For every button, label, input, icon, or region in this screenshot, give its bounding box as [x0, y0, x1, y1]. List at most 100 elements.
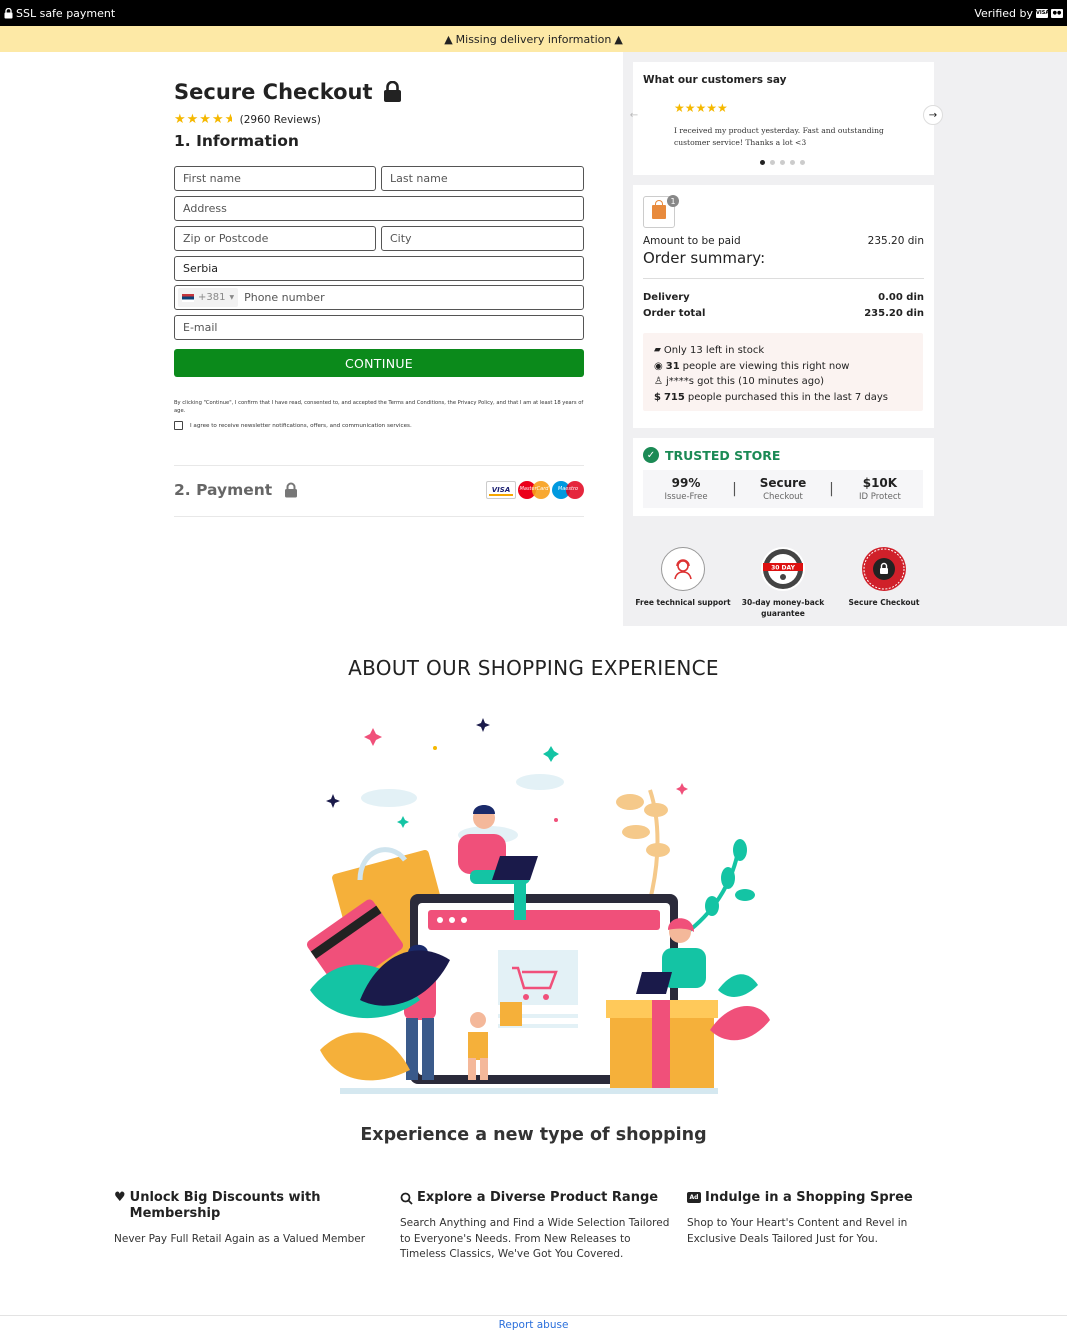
delivery-value: 0.00 din: [878, 292, 924, 303]
next-arrow-icon[interactable]: →: [923, 105, 943, 125]
continue-button[interactable]: CONTINUE: [174, 349, 584, 377]
address-field[interactable]: Address: [174, 196, 584, 221]
warning-text: Missing delivery information: [455, 32, 612, 46]
rating-summary: ★★★★★ (2960 Reviews): [174, 112, 321, 127]
badge-label: Free technical support: [635, 598, 731, 607]
recent-text: j****s got this (10 minutes ago): [665, 376, 825, 387]
checkout-title: Secure Checkout: [174, 80, 373, 104]
lock-icon: [4, 7, 13, 18]
money-back-seal-icon: 30 DAY: [761, 547, 805, 591]
amount-label: Amount to be paid: [643, 235, 741, 247]
amount-value: 235.20 din: [867, 235, 924, 247]
phone-field[interactable]: +381 ▼ Phone number: [174, 285, 584, 310]
carousel-dot[interactable]: [760, 160, 765, 165]
divider: [174, 516, 584, 517]
purchased-text: people purchased this in the last 7 days: [687, 391, 889, 403]
feature-desc: Shop to Your Heart's Content and Revel i…: [687, 1217, 908, 1245]
carousel-dot[interactable]: [800, 160, 805, 165]
verified-label: Verified by: [974, 6, 1033, 20]
delivery-label: Delivery: [643, 292, 690, 303]
search-icon: [400, 1190, 413, 1206]
padlock-icon: [383, 81, 401, 102]
maestro-icon: Maestro: [552, 481, 584, 499]
report-abuse-link[interactable]: Report abuse: [0, 1319, 1067, 1331]
newsletter-checkbox[interactable]: [174, 421, 183, 430]
social-proof-box: ▰ Only 13 left in stock ◉ 31 people are vie…: [643, 333, 923, 411]
ssl-label: SSL safe payment: [16, 6, 116, 20]
stat-value: Secure: [759, 476, 807, 490]
zip-field[interactable]: Zip or Postcode: [174, 226, 376, 251]
feature-discounts: ♥ Unlock Big Discounts with Membership Ne…: [114, 1190, 374, 1248]
divider: |: [829, 481, 834, 497]
stat-value: 99%: [671, 476, 701, 490]
missing-info-warning: ▲ Missing delivery information ▲: [0, 26, 1067, 52]
secure-checkout-badge: Secure Checkout: [834, 547, 934, 608]
payment-section-header[interactable]: 2. Payment: [174, 481, 298, 499]
prev-arrow-icon[interactable]: ←: [624, 105, 644, 125]
review-count[interactable]: (2960 Reviews): [240, 114, 321, 126]
phone-placeholder: Phone number: [244, 291, 325, 304]
gift-box-icon: [606, 1000, 718, 1088]
stock-text: Only 13 left in stock: [663, 345, 765, 356]
total-label: Order total: [643, 308, 706, 319]
first-name-field[interactable]: First name: [174, 166, 376, 191]
padlock-icon: [285, 482, 298, 498]
last-name-field[interactable]: Last name: [381, 166, 584, 191]
recent-purchase-line: ♙ j****s got this (10 minutes ago): [654, 374, 912, 390]
order-summary-title: Order summary:: [643, 249, 766, 267]
country-value: Serbia: [183, 262, 219, 275]
carousel-dots[interactable]: [760, 160, 805, 165]
viewing-count: 31: [665, 360, 680, 372]
customer-reviews-panel: What our customers say ← → ★★★★★ I recei…: [630, 62, 943, 175]
feature-title: Unlock Big Discounts with Membership: [129, 1190, 321, 1221]
caret-down-icon: ▼: [229, 294, 235, 301]
newsletter-checkbox-row[interactable]: I agree to receive newsletter notificati…: [174, 421, 412, 430]
eye-icon: ◉: [654, 360, 663, 372]
badge-label: 30-day money-back guarantee: [741, 598, 825, 618]
information-heading: 1. Information: [174, 132, 299, 150]
phone-prefix: +381: [198, 292, 226, 303]
review-stars-icon: ★★★★★: [674, 101, 728, 115]
mastercard-label: MasterCard: [519, 486, 549, 492]
city-field[interactable]: City: [381, 226, 584, 251]
city-placeholder: City: [390, 232, 412, 245]
visa-card-icon: VISA: [486, 481, 516, 499]
experience-heading: Experience a new type of shopping: [360, 1125, 707, 1145]
warning-icon: ▲: [444, 32, 453, 46]
sparkle-icon: [326, 718, 688, 828]
carousel-dot[interactable]: [790, 160, 795, 165]
delivery-row: Delivery 0.00 din: [643, 292, 924, 303]
trust-stats: 99% Issue-Free | Secure Checkout | $10K ID …: [643, 470, 923, 508]
carousel-dot[interactable]: [770, 160, 775, 165]
feature-title: Explore a Diverse Product Range: [417, 1190, 659, 1205]
email-field[interactable]: E-mail: [174, 315, 584, 340]
maestro-label: Maestro: [557, 486, 579, 492]
last-name-placeholder: Last name: [390, 172, 448, 185]
user-icon: ♙: [654, 376, 663, 387]
ssl-indicator: SSL safe payment: [4, 7, 115, 20]
badge-label: Secure Checkout: [848, 598, 920, 607]
page-title: Secure Checkout: [174, 80, 402, 104]
shopping-illustration: [306, 718, 770, 1094]
verified-by: Verified by VISA ●●: [974, 7, 1063, 20]
seal-text: 30 DAY: [771, 565, 795, 572]
feature-title: Indulge in a Shopping Spree: [705, 1190, 913, 1205]
dollar-icon: $: [654, 391, 661, 403]
serbia-flag-icon: [182, 293, 194, 302]
mastercard-icon: MasterCard: [518, 481, 550, 499]
money-back-badge: 30 DAY 30-day money-back guarantee: [738, 547, 828, 619]
security-topbar: SSL safe payment Verified by VISA ●●: [0, 0, 1067, 26]
phone-country-selector[interactable]: +381 ▼: [178, 288, 239, 307]
stat-secure: Secure Checkout: [743, 476, 823, 502]
stock-line: ▰ Only 13 left in stock: [654, 343, 912, 359]
rating-stars-icon: ★★★★★: [174, 112, 232, 127]
feature-product-range: Explore a Diverse Product Range Search A…: [400, 1190, 670, 1263]
payment-card-logos: VISA MasterCard Maestro: [486, 481, 584, 499]
carousel-dot[interactable]: [780, 160, 785, 165]
feature-desc: Never Pay Full Retail Again as a Valued …: [114, 1233, 366, 1245]
country-select[interactable]: Serbia: [174, 256, 584, 281]
trusted-store-title: ✓ TRUSTED STORE: [643, 447, 780, 463]
reviews-panel-title: What our customers say: [643, 74, 787, 86]
total-value: 235.20 din: [864, 308, 924, 319]
mastercard-mini-icon: ●●: [1051, 8, 1063, 18]
